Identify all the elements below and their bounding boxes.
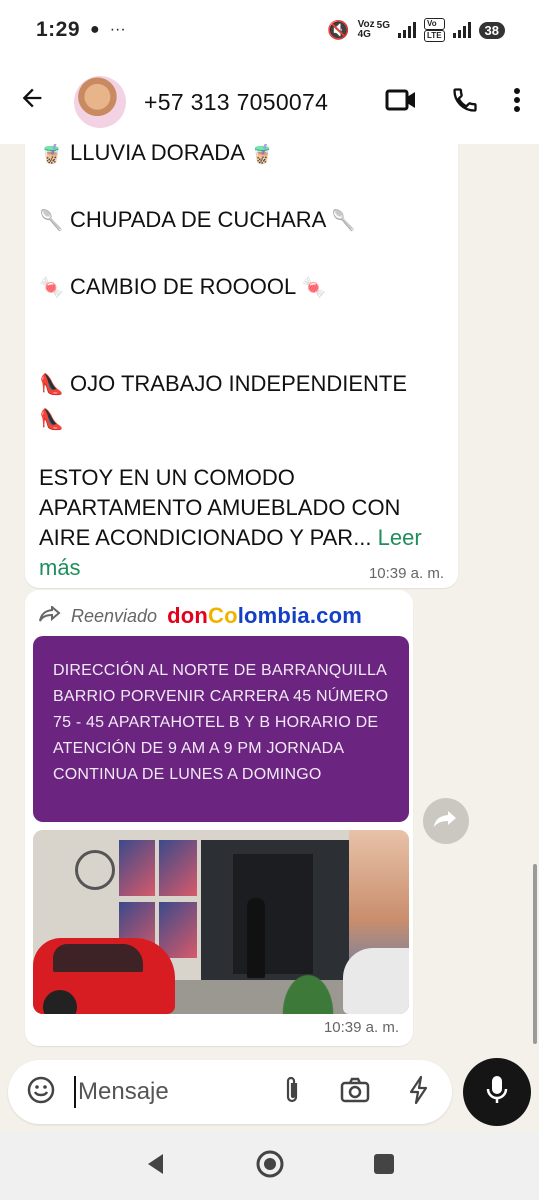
candy-icon: 🍬 <box>39 277 64 299</box>
message-line: AIRE ACONDICIONADO Y PAR... Leer <box>39 523 444 553</box>
read-more-link[interactable]: Leer <box>378 525 422 550</box>
signal-icon-1 <box>398 22 417 38</box>
message-input[interactable]: Mensaje <box>74 1076 282 1108</box>
contact-avatar[interactable] <box>74 76 126 128</box>
forwarded-label: Reenviado <box>71 605 158 626</box>
nav-back-icon[interactable] <box>145 1152 167 1181</box>
photo-person <box>247 898 265 978</box>
chat-header: +57 313 7050074 <box>0 60 539 144</box>
message-bubble[interactable]: 🧋 LLUVIA DORADA 🧋 🥄 CHUPADA DE CUCHARA 🥄… <box>25 144 458 588</box>
high-heel-icon: 👠 <box>39 409 64 431</box>
net-5g-label: 5G <box>376 19 391 31</box>
system-nav-bar <box>0 1132 539 1200</box>
microphone-icon <box>485 1074 509 1111</box>
forwarded-arrow-icon <box>39 604 61 627</box>
watermark-part: don <box>167 603 208 628</box>
storefront-photo[interactable] <box>33 830 409 1014</box>
message-input-bar[interactable]: Mensaje <box>8 1060 452 1124</box>
camera-icon[interactable] <box>340 1077 370 1108</box>
message-text: LLUVIA DORADA <box>70 144 244 165</box>
photo-car-window <box>53 944 143 972</box>
photo-white-car <box>343 948 409 1014</box>
microphone-button[interactable] <box>463 1058 531 1126</box>
chat-scrollbar[interactable] <box>533 864 537 1044</box>
battery-indicator: 38 <box>478 21 505 39</box>
photo-poster <box>159 840 197 896</box>
nav-home-icon[interactable] <box>255 1149 285 1184</box>
message-text: AIRE ACONDICIONADO Y PAR... <box>39 525 372 550</box>
message-notification-icon: ● <box>90 21 100 38</box>
watermark-text: donColombia.com <box>167 603 362 629</box>
photo-poster <box>119 840 155 896</box>
message-time: 10:39 a. m. <box>323 1019 399 1036</box>
message-line: 👠 OJO TRABAJO INDEPENDIENTE <box>39 369 444 400</box>
message-text: OJO TRABAJO INDEPENDIENTE <box>70 371 408 396</box>
more-options-icon[interactable] <box>513 87 521 118</box>
net-4g-label: 4G <box>357 29 371 40</box>
signal-icon-2 <box>452 22 471 38</box>
emoji-icon[interactable] <box>26 1075 56 1110</box>
chat-area[interactable]: 🧋 LLUVIA DORADA 🧋 🥄 CHUPADA DE CUCHARA 🥄… <box>0 144 539 1052</box>
back-arrow-icon[interactable] <box>18 84 58 120</box>
message-text: CHUPADA DE CUCHARA <box>70 207 326 232</box>
message-text: ESTOY EN UN COMODO <box>39 465 295 490</box>
contact-name[interactable]: +57 313 7050074 <box>144 89 328 116</box>
voz-indicator: Voz 4G <box>358 20 375 40</box>
photo-doorway <box>233 854 313 974</box>
bubble-tea-icon: 🧋 <box>39 144 64 165</box>
forward-icon <box>433 810 459 833</box>
phone-call-icon[interactable] <box>451 86 479 119</box>
photo-poster <box>159 902 197 958</box>
message-line: 🧋 LLUVIA DORADA 🧋 <box>39 144 444 169</box>
lightning-icon[interactable] <box>408 1075 430 1110</box>
nav-recents-icon[interactable] <box>373 1153 395 1180</box>
mute-icon: 🔇 <box>327 19 350 40</box>
address-card[interactable]: DIRECCIÓN AL NORTE DE BARRANQUILLA BARRI… <box>33 636 409 822</box>
photo-logo-emblem <box>75 850 115 890</box>
spoon-icon: 🥄 <box>39 210 64 232</box>
message-text: APARTAMENTO AMUEBLADO CON <box>39 495 401 520</box>
candy-icon: 🍬 <box>301 277 327 299</box>
message-line: 🍬 CAMBIO DE ROOOOL 🍬 <box>39 272 444 303</box>
watermark-part: Co <box>207 603 238 628</box>
watermark-part: lombia.com <box>237 603 362 628</box>
attach-icon[interactable] <box>282 1075 302 1110</box>
status-bar: 1:29 ● ··· 🔇 Voz 4G 5G Vo LTE 38 <box>0 0 539 60</box>
photo-plant <box>273 960 343 1014</box>
forward-button[interactable] <box>423 798 469 844</box>
status-time: 1:29 <box>36 18 81 41</box>
high-heel-icon: 👠 <box>39 374 64 396</box>
message-line: 👠 <box>39 404 444 435</box>
message-text: CAMBIO DE ROOOOL <box>70 274 296 299</box>
message-time: 10:39 a. m. <box>368 565 444 582</box>
spoon-icon: 🥄 <box>331 210 357 232</box>
forwarded-message-bubble[interactable]: Reenviado donColombia.com DIRECCIÓN AL N… <box>25 590 413 1046</box>
message-line: 🥄 CHUPADA DE CUCHARA 🥄 <box>39 205 444 236</box>
more-notifications-icon: ··· <box>109 21 126 38</box>
video-call-icon[interactable] <box>385 87 417 118</box>
volte-label: Vo <box>424 18 445 30</box>
lte-label: LTE <box>424 30 445 42</box>
bubble-tea-icon: 🧋 <box>249 144 275 165</box>
volte-indicator: Vo LTE <box>424 18 445 42</box>
forwarded-header: Reenviado donColombia.com <box>33 598 405 634</box>
